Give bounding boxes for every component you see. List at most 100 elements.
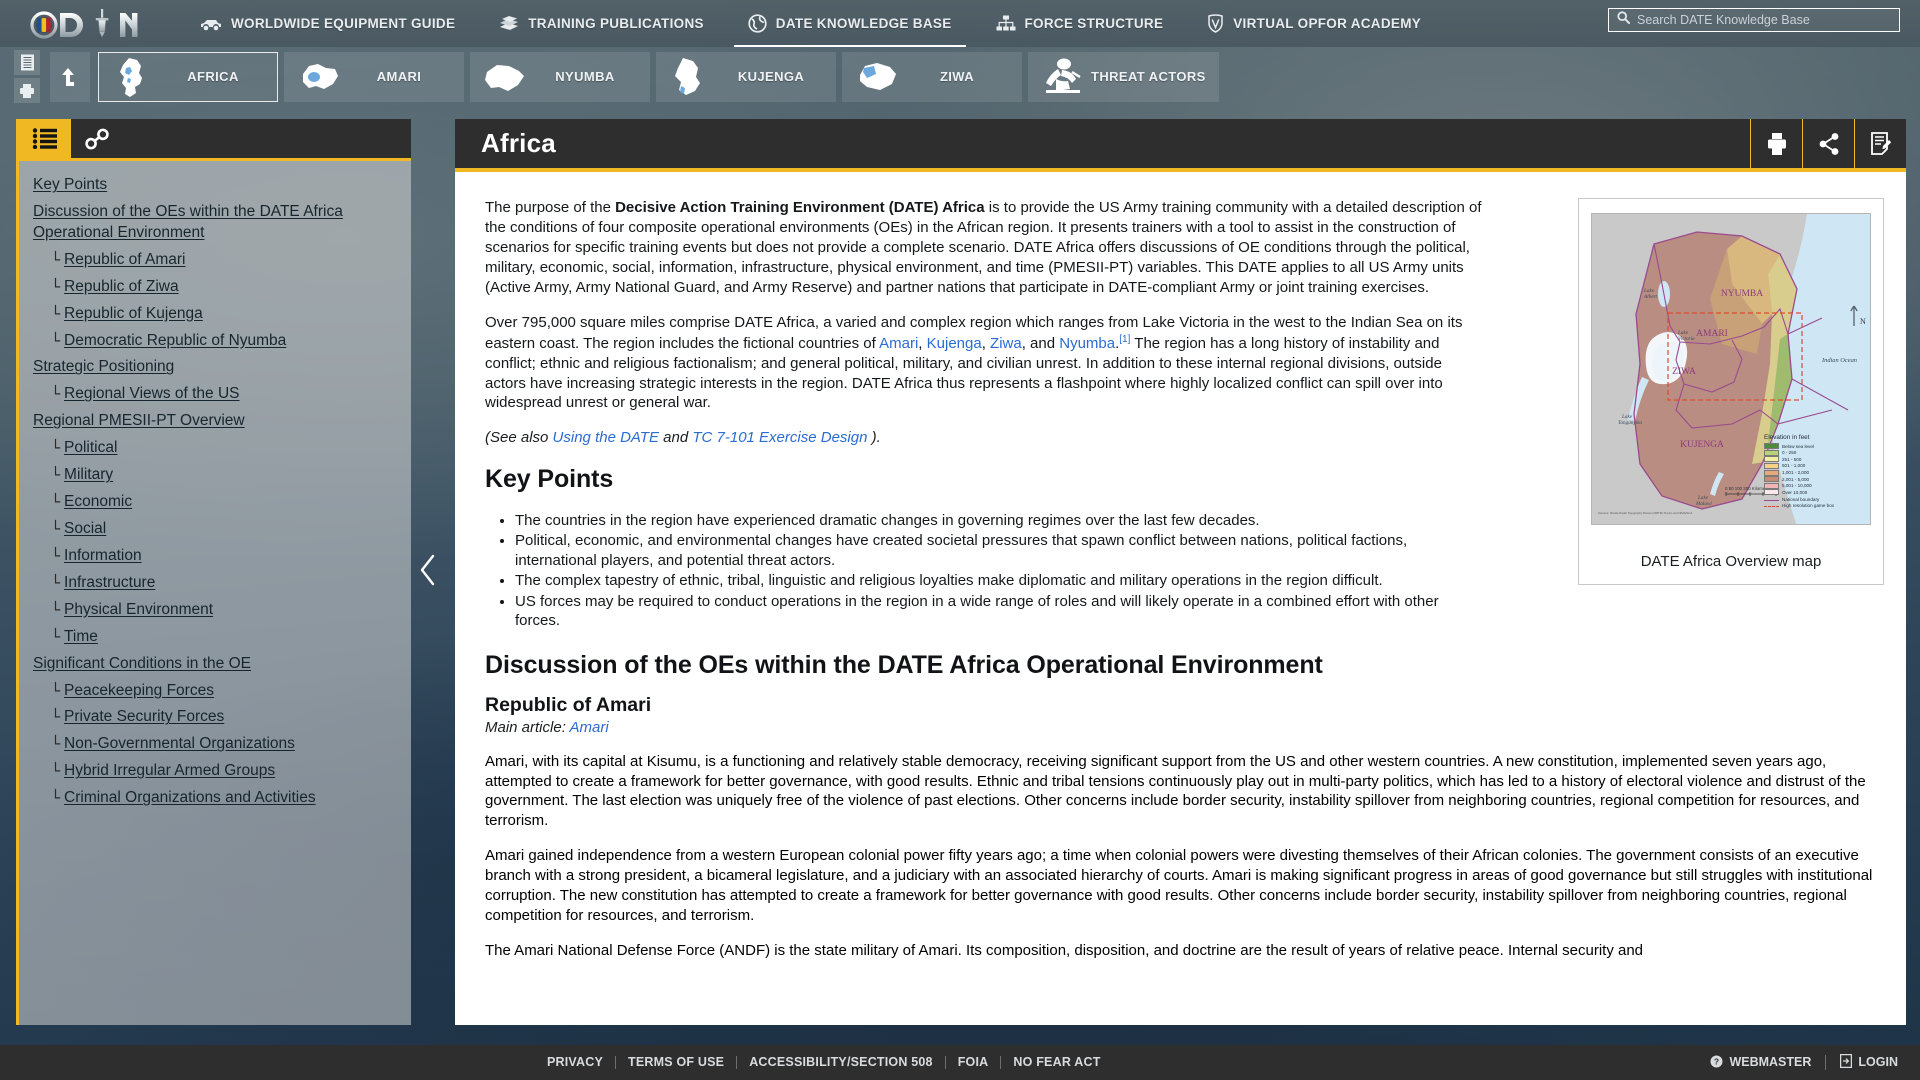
footer-link-login[interactable]: LOGIN	[1826, 1054, 1898, 1071]
footer-link-privacy[interactable]: PRIVACY	[535, 1056, 616, 1069]
sidebar-item-significant-conditions[interactable]: Significant Conditions in the OE	[33, 654, 401, 675]
sidebar-link[interactable]: Strategic Positioning	[33, 357, 174, 378]
sidebar-link[interactable]: Republic of Amari	[64, 250, 185, 271]
page-header: Africa	[455, 119, 1906, 172]
link-kujenga[interactable]: Kujenga	[927, 335, 982, 352]
sidebar-item-republic-of-kujenga[interactable]: └Republic of Kujenga	[33, 304, 401, 325]
legend-label: 1,001 - 2,000	[1782, 470, 1809, 475]
sidebar-link[interactable]: Regional PMESII-PT Overview	[33, 411, 245, 432]
sidebar-link[interactable]: Non-Governmental Organizations	[64, 734, 295, 755]
sidebar-item-political[interactable]: └Political	[33, 438, 401, 459]
sidebar-item-economic[interactable]: └Economic	[33, 492, 401, 513]
legend-label: 0 - 250	[1782, 450, 1796, 455]
share-icon[interactable]	[1802, 119, 1854, 168]
document-icon[interactable]	[14, 50, 40, 75]
nav-virtual-opfor-academy[interactable]: VIRTUAL OPFOR ACADEMY	[1185, 0, 1443, 47]
link-amari[interactable]: Amari	[879, 335, 918, 352]
footer-link-foia[interactable]: FOIA	[946, 1056, 1002, 1069]
sidebar-link[interactable]: Discussion of the OEs within the DATE Af…	[33, 202, 401, 244]
link-tc-7-101[interactable]: TC 7-101 Exercise Design	[692, 429, 867, 446]
nav-worldwide-equipment-guide[interactable]: WORLDWIDE EQUIPMENT GUIDE	[178, 0, 477, 47]
sidebar-link[interactable]: Significant Conditions in the OE	[33, 654, 251, 675]
date-africa-overview-map[interactable]: NYUMBA AMARI ZIWA KUJENGA Lake Albert La…	[1591, 213, 1871, 525]
sidebar-item-information[interactable]: └Information	[33, 546, 401, 567]
footer-link-webmaster[interactable]: ? WEBMASTER	[1696, 1055, 1826, 1071]
sidebar-item-discussion[interactable]: Discussion of the OEs within the DATE Af…	[33, 202, 401, 244]
feedback-icon[interactable]	[1854, 119, 1906, 168]
sidebar-item-regional-views-of-the-us[interactable]: └Regional Views of the US	[33, 384, 401, 405]
sidebar-nav-tree: Key Points Discussion of the OEs within …	[19, 161, 411, 1022]
footer-link-terms-of-use[interactable]: TERMS OF USE	[616, 1056, 737, 1069]
sidebar-collapse-button[interactable]	[413, 540, 443, 600]
login-icon	[1840, 1054, 1852, 1071]
sidebar-link[interactable]: Criminal Organizations and Activities	[64, 788, 316, 809]
sidebar-item-democratic-republic-of-nyumba[interactable]: └Democratic Republic of Nyumba	[33, 331, 401, 352]
footnote-reference[interactable]: [1]	[1119, 334, 1130, 345]
sidebar-tab-contents[interactable]	[19, 119, 71, 158]
nav-force-structure[interactable]: FORCE STRUCTURE	[974, 0, 1186, 47]
sidebar-item-criminal-organizations[interactable]: └Criminal Organizations and Activities	[33, 788, 401, 809]
print-icon[interactable]	[1750, 119, 1802, 168]
sidebar-tab-links[interactable]	[71, 119, 123, 158]
tree-corner-icon: └	[51, 627, 60, 647]
nav-date-knowledge-base[interactable]: DATE KNOWLEDGE BASE	[726, 0, 974, 47]
region-tab-ziwa[interactable]: ZIWA	[842, 52, 1022, 102]
sidebar-item-non-governmental-organizations[interactable]: └Non-Governmental Organizations	[33, 734, 401, 755]
sidebar-link[interactable]: Information	[64, 546, 142, 567]
footer-link-no-fear-act[interactable]: NO FEAR ACT	[1001, 1056, 1112, 1069]
sidebar-link[interactable]: Republic of Kujenga	[64, 304, 203, 325]
sidebar-link[interactable]: Democratic Republic of Nyumba	[64, 331, 286, 352]
sidebar-item-key-points[interactable]: Key Points	[33, 175, 401, 196]
sidebar-link[interactable]: Peacekeeping Forces	[64, 681, 214, 702]
region-tab-amari[interactable]: AMARI	[284, 52, 464, 102]
region-tab-africa[interactable]: AFRICA	[98, 52, 278, 102]
sidebar-link[interactable]: Time	[64, 627, 98, 648]
sidebar-item-republic-of-amari[interactable]: └Republic of Amari	[33, 250, 401, 271]
sidebar-link[interactable]: Hybrid Irregular Armed Groups	[64, 761, 275, 782]
sidebar-link[interactable]: Infrastructure	[64, 573, 155, 594]
link-icon	[84, 127, 110, 151]
sidebar-item-republic-of-ziwa[interactable]: └Republic of Ziwa	[33, 277, 401, 298]
sidebar-link[interactable]: Military	[64, 465, 113, 486]
link-main-article-amari[interactable]: Amari	[569, 719, 608, 736]
sidebar-link[interactable]: Republic of Ziwa	[64, 277, 179, 298]
region-tab-nyumba[interactable]: NYUMBA	[470, 52, 650, 102]
tree-corner-icon: └	[51, 573, 60, 593]
list-item: Political, economic, and environmental c…	[515, 531, 1485, 570]
region-tab-threat-actors[interactable]: THREAT ACTORS	[1028, 52, 1219, 102]
footer-link-accessibility[interactable]: ACCESSIBILITY/SECTION 508	[737, 1056, 946, 1069]
sidebar-link[interactable]: Social	[64, 519, 106, 540]
sidebar-link[interactable]: Political	[64, 438, 117, 459]
link-using-the-date[interactable]: Using the DATE	[553, 429, 659, 446]
sidebar-link[interactable]: Key Points	[33, 175, 107, 196]
link-ziwa[interactable]: Ziwa	[990, 335, 1022, 352]
link-nyumba[interactable]: Nyumba	[1059, 335, 1115, 352]
tree-corner-icon: └	[51, 277, 60, 297]
sidebar-item-social[interactable]: └Social	[33, 519, 401, 540]
page-title: Africa	[481, 128, 1750, 159]
sidebar-item-time[interactable]: └Time	[33, 627, 401, 648]
sidebar-item-hybrid-irregular-armed-groups[interactable]: └Hybrid Irregular Armed Groups	[33, 761, 401, 782]
sidebar-link[interactable]: Private Security Forces	[64, 707, 224, 728]
sidebar-link[interactable]: Economic	[64, 492, 132, 513]
books-icon	[499, 15, 519, 32]
sidebar-item-infrastructure[interactable]: └Infrastructure	[33, 573, 401, 594]
odin-logo[interactable]	[30, 0, 138, 47]
sidebar-link[interactable]: Physical Environment	[64, 600, 213, 621]
region-tab-label: KUJENGA	[719, 69, 823, 84]
search-input[interactable]: Search DATE Knowledge Base	[1608, 8, 1900, 32]
sidebar-item-physical-environment[interactable]: └Physical Environment	[33, 600, 401, 621]
sidebar-link[interactable]: Regional Views of the US	[64, 384, 239, 405]
sidebar-item-strategic-positioning[interactable]: Strategic Positioning	[33, 357, 401, 378]
nav-training-publications[interactable]: TRAINING PUBLICATIONS	[477, 0, 726, 47]
article-body: The purpose of the Decisive Action Train…	[455, 172, 1906, 1025]
printer-icon[interactable]	[14, 78, 40, 103]
legend-swatch	[1764, 483, 1779, 489]
sidebar-item-military[interactable]: └Military	[33, 465, 401, 486]
svg-text:Sources: Shuttle Radar Topogra: Sources: Shuttle Radar Topography Missio…	[1598, 511, 1692, 515]
up-level-arrow-icon[interactable]	[50, 52, 90, 102]
sidebar-item-peacekeeping-forces[interactable]: └Peacekeeping Forces	[33, 681, 401, 702]
sidebar-item-regional-pmesii-pt-overview[interactable]: Regional PMESII-PT Overview	[33, 411, 401, 432]
region-tab-kujenga[interactable]: KUJENGA	[656, 52, 836, 102]
sidebar-item-private-security-forces[interactable]: └Private Security Forces	[33, 707, 401, 728]
